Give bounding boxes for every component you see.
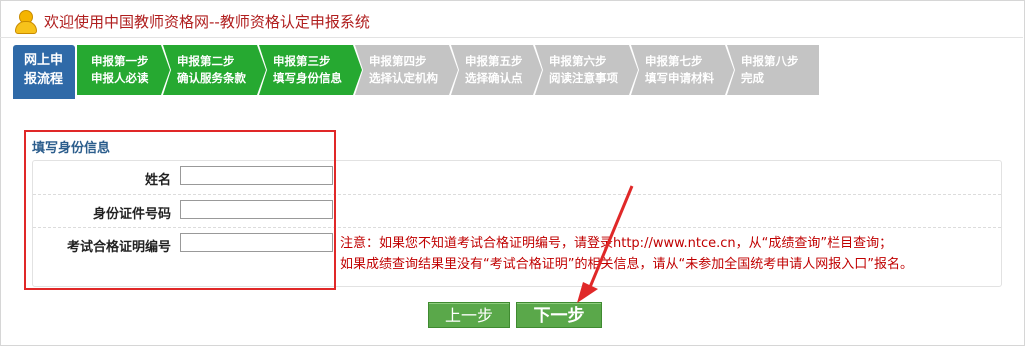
- identity-form: 填写身份信息 姓名 身份证件号码 考试合格证明编号 注意：如果您不知道考试合格证…: [24, 132, 1004, 287]
- step-8-desc: 完成: [741, 71, 764, 85]
- page-title: 欢迎使用中国教师资格网--教师资格认定申报系统: [44, 12, 370, 31]
- step-7-title: 申报第七步: [645, 54, 703, 68]
- certificate-note: 注意：如果您不知道考试合格证明编号，请登录http://www.ntce.cn，…: [340, 233, 913, 275]
- step-7: 申报第七步 填写申请材料: [631, 45, 734, 95]
- step-1: 申报第一步 申报人必读: [77, 45, 170, 95]
- step-4-desc: 选择认定机构: [369, 71, 438, 85]
- name-input[interactable]: [180, 166, 333, 185]
- header-divider: [0, 37, 1023, 38]
- nav-buttons: 上一步 下一步: [428, 302, 602, 328]
- step-4-title: 申报第四步: [369, 54, 427, 68]
- user-icon: [12, 8, 38, 34]
- form-table: 姓名 身份证件号码 考试合格证明编号 注意：如果您不知道考试合格证明编号，请登录…: [32, 160, 1002, 287]
- step-8: 申报第八步 完成: [727, 45, 819, 95]
- next-step-button[interactable]: 下一步: [516, 302, 602, 328]
- certificate-number-input[interactable]: [180, 233, 333, 252]
- step-5-title: 申报第五步: [465, 54, 523, 68]
- step-start-line2: 报流程: [24, 72, 64, 87]
- step-3: 申报第三步 填写身份信息: [259, 45, 362, 95]
- id-number-input[interactable]: [180, 200, 333, 219]
- step-5: 申报第五步 选择确认点: [451, 45, 542, 95]
- note-line-1: 注意：如果您不知道考试合格证明编号，请登录http://www.ntce.cn，…: [340, 236, 893, 251]
- step-7-desc: 填写申请材料: [645, 71, 714, 85]
- header: 欢迎使用中国教师资格网--教师资格认定申报系统: [12, 6, 370, 36]
- note-line-2: 如果成绩查询结果里没有“考试合格证明”的相关信息，请从“未参加全国统考申请人网报…: [340, 257, 913, 272]
- form-row-id-number: 身份证件号码: [33, 195, 1001, 228]
- step-2-desc: 确认服务条款: [177, 71, 246, 85]
- step-4: 申报第四步 选择认定机构: [355, 45, 458, 95]
- form-row-name: 姓名: [33, 161, 1001, 195]
- certificate-number-label: 考试合格证明编号: [66, 240, 171, 255]
- step-1-title: 申报第一步: [91, 54, 149, 68]
- prev-step-button[interactable]: 上一步: [428, 302, 510, 328]
- step-start-label: 网上申 报流程: [13, 45, 75, 99]
- name-label: 姓名: [144, 173, 171, 188]
- step-1-desc: 申报人必读: [91, 71, 149, 85]
- step-2: 申报第二步 确认服务条款: [163, 45, 266, 95]
- step-6-desc: 阅读注意事项: [549, 71, 618, 85]
- form-row-certificate-number: 考试合格证明编号 注意：如果您不知道考试合格证明编号，请登录http://www…: [33, 228, 1001, 286]
- step-3-desc: 填写身份信息: [273, 71, 342, 85]
- step-3-title: 申报第三步: [273, 54, 331, 68]
- section-title: 填写身份信息: [32, 141, 111, 156]
- step-6: 申报第六步 阅读注意事项: [535, 45, 638, 95]
- step-6-title: 申报第六步: [549, 54, 607, 68]
- step-progress-bar: 网上申 报流程 申报第一步 申报人必读 申报第二步 确认服务条款 申报第三步 填…: [13, 45, 819, 99]
- id-number-label: 身份证件号码: [92, 207, 171, 222]
- step-2-title: 申报第二步: [177, 54, 235, 68]
- step-8-title: 申报第八步: [741, 54, 799, 68]
- step-5-desc: 选择确认点: [465, 71, 523, 85]
- step-start-line1: 网上申: [24, 53, 64, 68]
